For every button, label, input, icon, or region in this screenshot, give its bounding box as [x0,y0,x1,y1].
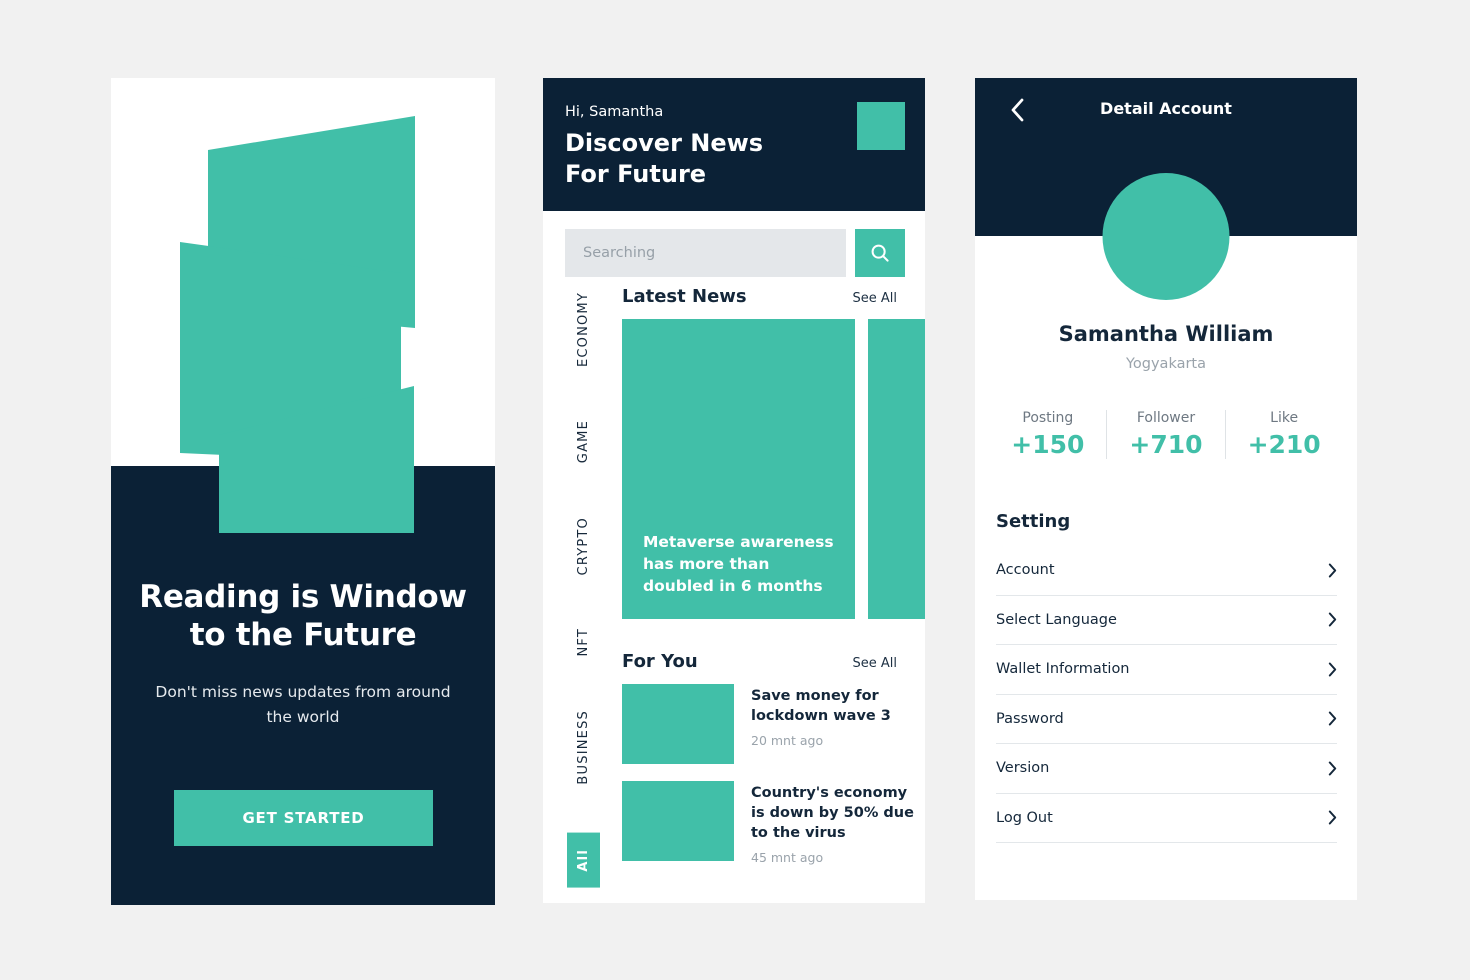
setting-item-label: Wallet Information [996,661,1130,678]
setting-item-label: Account [996,562,1055,579]
setting-section-title: Setting [996,511,1071,532]
for-you-see-all[interactable]: See All [853,656,898,671]
stat-label: Posting [1022,410,1074,426]
news-thumbnail [622,684,734,764]
category-tab-economy[interactable]: ECONOMY [576,288,591,371]
news-item-body: Country's economy is down by 50% due to … [751,781,925,865]
user-name: Samantha William [1058,322,1274,346]
news-item-title: Save money for lockdown wave 3 [751,688,891,724]
category-tab-crypto[interactable]: CRYPTO [576,513,591,579]
stat-label: Follower [1136,410,1196,426]
news-card-headline: Metaverse awareness has more than double… [643,533,834,595]
stats-row: Posting +150 Follower +710 Like +210 [985,410,1347,459]
news-card[interactable]: Metaverse awareness has more than double… [622,319,855,619]
news-item-title: Country's economy is down by 50% due to … [751,785,914,841]
for-you-header: For You See All [622,651,925,672]
search-input[interactable] [565,229,846,277]
news-item-time: 45 mnt ago [751,850,824,865]
setting-item-account[interactable]: Account [996,546,1337,596]
screens-canvas: Reading is Window to the Future Don't mi… [0,0,1470,980]
chevron-right-icon [1328,711,1337,726]
for-you-section: For You See All Save money for lockdown … [622,651,925,865]
setting-item-password[interactable]: Password [996,695,1337,744]
setting-item-version[interactable]: Version [996,744,1337,794]
stat-value: +150 [1011,430,1085,459]
setting-item-log-out[interactable]: Log Out [996,794,1337,843]
discover-content: Latest News See All Metaverse awareness … [622,286,925,882]
avatar[interactable] [1102,173,1230,300]
search-bar [565,229,905,277]
latest-news-header: Latest News See All [622,286,925,307]
setting-item-label: Version [996,760,1050,777]
discover-title: Discover News For Future [565,129,764,188]
stat-label: Like [1270,410,1299,426]
onboarding-title: Reading is Window to the Future [139,579,467,653]
news-item-time: 20 mnt ago [751,733,824,748]
category-tab-business[interactable]: BUSINESS [576,706,591,789]
list-item[interactable]: Save money for lockdown wave 3 20 mnt ag… [622,684,925,764]
category-tab-nft[interactable]: NFT [576,624,591,661]
stat-posting: Posting +150 [989,410,1106,459]
category-tab-game[interactable]: GAME [576,416,591,467]
setting-item-wallet-information[interactable]: Wallet Information [996,645,1337,695]
stat-follower: Follower +710 [1106,410,1224,459]
chevron-right-icon [1328,612,1337,627]
news-card-next[interactable] [868,319,925,619]
setting-item-label: Select Language [996,611,1117,628]
onboarding-top-panel [111,78,495,466]
setting-list: Account Select Language Wallet Informati… [996,546,1337,843]
detail-account-screen: Detail Account Samantha William Yogyakar… [975,78,1357,900]
greeting-text: Hi, Samantha [565,104,664,120]
news-item-body: Save money for lockdown wave 3 20 mnt ag… [751,684,925,748]
chevron-right-icon [1328,662,1337,677]
chevron-right-icon [1328,810,1337,825]
stat-value: +710 [1129,430,1203,459]
discover-news-screen: Hi, Samantha Discover News For Future EC… [543,78,925,903]
list-item[interactable]: Country's economy is down by 50% due to … [622,781,925,865]
page-title: Detail Account [1100,99,1232,118]
stat-value: +210 [1247,430,1321,459]
stat-like: Like +210 [1224,410,1343,459]
onboarding-subtitle: Don't miss news updates from around the … [155,683,451,726]
category-tab-all[interactable]: All [566,833,600,888]
get-started-button[interactable]: GET STARTED [174,790,433,846]
category-rail: ECONOMY GAME CRYPTO NFT BUSINESS All [557,288,609,888]
latest-news-see-all[interactable]: See All [853,291,898,306]
search-icon [871,244,889,262]
setting-item-label: Log Out [996,809,1053,826]
setting-item-label: Password [996,710,1064,727]
latest-news-title: Latest News [622,286,747,307]
chevron-right-icon [1328,761,1337,776]
user-location: Yogyakarta [1125,356,1207,372]
chevron-right-icon [1328,563,1337,578]
search-button[interactable] [855,229,905,277]
avatar[interactable] [857,102,905,150]
news-thumbnail [622,781,734,861]
setting-item-select-language[interactable]: Select Language [996,596,1337,645]
onboarding-screen: Reading is Window to the Future Don't mi… [111,78,495,905]
latest-news-carousel: Metaverse awareness has more than double… [622,319,925,619]
for-you-title: For You [622,651,698,672]
